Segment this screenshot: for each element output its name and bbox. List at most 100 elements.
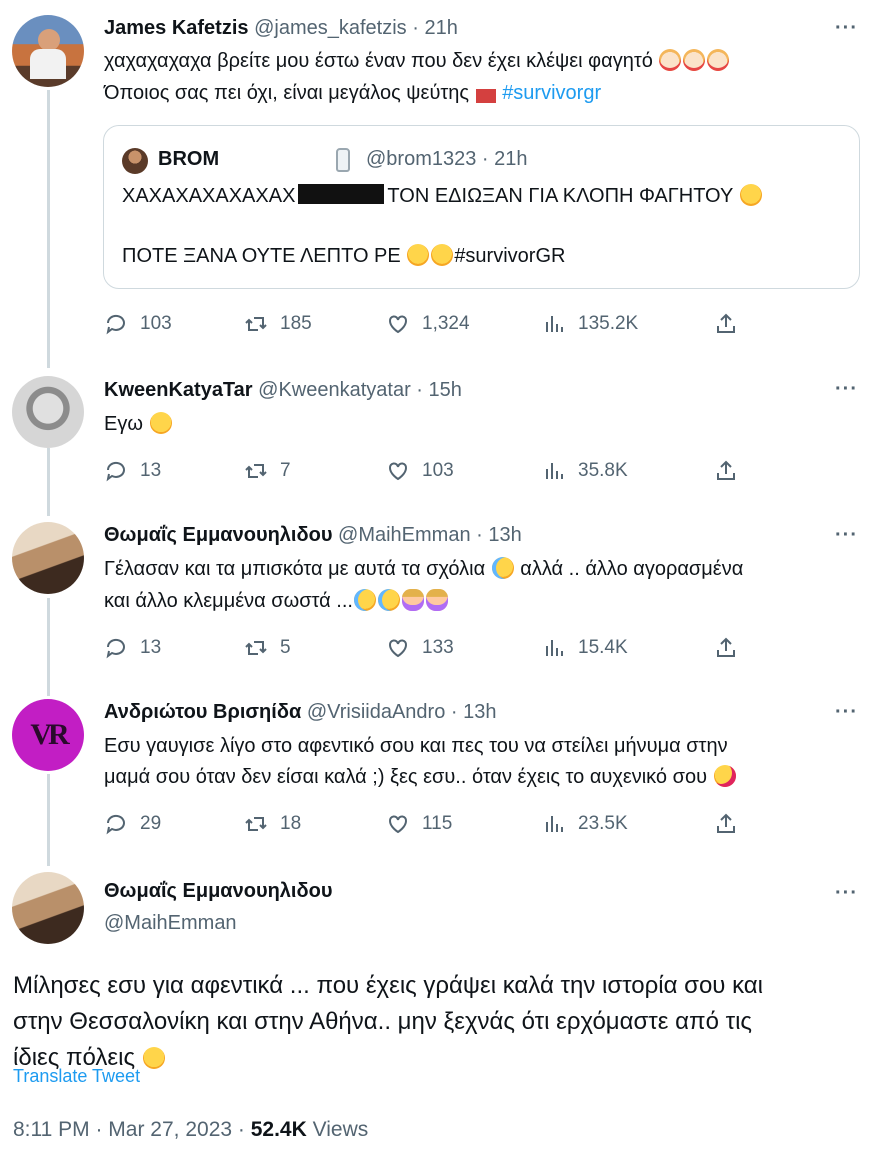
- translate-tweet-link[interactable]: Translate Tweet: [13, 1066, 140, 1087]
- tweet-text-line: στην Θεσσαλονίκη και στην Αθήνα.. μην ξε…: [13, 1008, 752, 1035]
- tweet-text-line: Γέλασαν και τα μπισκότα με αυτά τα σχόλι…: [104, 558, 486, 580]
- retweet-button[interactable]: 5: [244, 633, 291, 663]
- tweet-actions: 13 5 133 15.4K: [104, 633, 764, 663]
- tweet-actions: 103 185 1,324 135.2K: [104, 309, 764, 339]
- salt-shaker-emoji-icon: [336, 148, 350, 172]
- clown-emoji-icon: [707, 49, 730, 71]
- retweet-button[interactable]: 18: [244, 809, 301, 839]
- retweet-icon: [245, 641, 267, 655]
- display-name[interactable]: James Kafetzis: [104, 17, 249, 39]
- share-button[interactable]: [714, 456, 738, 486]
- views-button[interactable]: 15.4K: [542, 633, 628, 663]
- views-button[interactable]: 23.5K: [542, 809, 628, 839]
- views-total: 52.4K: [250, 1118, 307, 1141]
- avatar[interactable]: [12, 15, 84, 87]
- views-chart-icon: [546, 316, 563, 332]
- retweet-count: 185: [280, 313, 312, 334]
- reply-button[interactable]: 13: [104, 633, 161, 663]
- quoted-avatar: [122, 148, 148, 174]
- tweet-header: James Kafetzis @james_kafetzis · 21h: [104, 17, 458, 40]
- quoted-tweet[interactable]: BROM @brom1323 · 21h ΧΑΧΑΧΑΧΑΧΑΧΑΧ ΤΟΝ ΕΔ…: [103, 125, 860, 289]
- timestamp[interactable]: 13h: [488, 524, 521, 546]
- hashtag-link[interactable]: #survivorgr: [502, 82, 601, 104]
- display-name[interactable]: Θωμαΐς Εμμανουηλιδου: [104, 880, 332, 902]
- focused-tweet-text: Μίλησες εσυ για αφεντικά ... που έχεις γ…: [13, 968, 763, 1076]
- timestamp[interactable]: 13h: [463, 701, 496, 723]
- quoted-text: ΧΑΧΑΧΑΧΑΧΑΧΑΧ ΤΟΝ ΕΔΙΩΞΑΝ ΓΙΑ ΚΛΟΠΗ ΦΑΓΗΤ…: [122, 184, 763, 208]
- handle[interactable]: @VrisiidaAndro: [307, 701, 446, 723]
- reply-button[interactable]: 13: [104, 456, 161, 486]
- post-timestamp[interactable]: 8:11 PM · Mar 27, 2023 ·: [13, 1118, 251, 1141]
- share-button[interactable]: [714, 309, 738, 339]
- tweet-text-line: και άλλο κλεμμένα σωστά ...: [104, 590, 353, 612]
- avatar[interactable]: [12, 522, 84, 594]
- display-name[interactable]: Ανδριώτου Βρισηίδα: [104, 701, 301, 723]
- tweet-footer: 8:11 PM · Mar 27, 2023 · 52.4K Views: [13, 1118, 368, 1142]
- handle[interactable]: @Kweenkatyatar: [258, 379, 411, 401]
- handle[interactable]: @james_kafetzis: [254, 17, 407, 39]
- retweet-button[interactable]: 7: [244, 456, 291, 486]
- reply-button[interactable]: 103: [104, 309, 172, 339]
- separator-dot: ·: [406, 17, 425, 39]
- avatar[interactable]: [12, 376, 84, 448]
- tweet-text: μαμά σου όταν δεν είσαι καλά ;) ξες εσυ.…: [104, 762, 737, 792]
- quoted-time: 21h: [494, 148, 528, 170]
- tweet-kweenkatya: KweenKatyaTar @Kweenkatyatar · 15h ··· Ε…: [0, 376, 880, 496]
- share-button[interactable]: [714, 809, 738, 839]
- quoted-display-name: BROM: [158, 148, 220, 170]
- kiss-emoji-icon: [713, 765, 736, 787]
- avatar[interactable]: VR: [12, 699, 84, 771]
- timestamp[interactable]: 15h: [429, 379, 462, 401]
- tweet-text: Γέλασαν και τα μπισκότα με αυτά τα σχόλι…: [104, 554, 743, 584]
- like-button[interactable]: 115: [386, 809, 452, 839]
- tweet-header: Ανδριώτου Βρισηίδα @VrisiidaAndro · 13h: [104, 701, 497, 724]
- separator-dot: ·: [470, 524, 489, 546]
- like-count: 115: [422, 813, 453, 834]
- retweet-icon: [245, 317, 267, 331]
- handle[interactable]: @MaihEmman: [104, 912, 237, 934]
- tweet-text: χαχαχαχαχα βρείτε μου έστω έναν που δεν …: [104, 46, 730, 76]
- timestamp[interactable]: 21h: [424, 17, 457, 39]
- heart-icon: [389, 315, 407, 334]
- share-icon: [717, 460, 735, 480]
- quoted-text-part: ΤΟΝ ΕΔΙΩΞΑΝ ΓΙΑ ΚΛΟΠΗ ΦΑΓΗΤΟΥ: [387, 185, 733, 207]
- like-count: 1,324: [422, 313, 470, 334]
- reply-icon: [106, 638, 125, 659]
- more-icon[interactable]: ···: [835, 378, 858, 401]
- display-name[interactable]: KweenKatyaTar: [104, 379, 253, 401]
- display-name[interactable]: Θωμαΐς Εμμανουηλιδου: [104, 524, 332, 546]
- tweet-text-line: Μίλησες εσυ για αφεντικά ... που έχεις γ…: [13, 972, 764, 999]
- heart-icon: [389, 462, 407, 481]
- more-icon[interactable]: ···: [835, 17, 858, 40]
- tweet-header: Θωμαΐς Εμμανουηλιδου @MaihEmman · 13h: [104, 524, 522, 547]
- reply-icon: [106, 461, 125, 482]
- views-button[interactable]: 35.8K: [542, 456, 628, 486]
- more-icon[interactable]: ···: [835, 524, 858, 547]
- avatar-monogram: VR: [30, 718, 69, 751]
- more-icon[interactable]: ···: [835, 701, 858, 724]
- avatar[interactable]: [12, 872, 84, 944]
- handle[interactable]: @MaihEmman: [338, 524, 471, 546]
- reply-icon: [106, 814, 125, 835]
- retweet-button[interactable]: 185: [244, 309, 312, 339]
- reply-count: 13: [140, 637, 162, 658]
- separator-dot: ·: [410, 379, 429, 401]
- quoted-text-part: ΧΑΧΑΧΑΧΑΧΑΧΑΧ: [122, 185, 296, 207]
- tweet-text-line: μαμά σου όταν δεν είσαι καλά ;) ξες εσυ.…: [104, 766, 708, 788]
- separator-dot: ·: [476, 148, 495, 170]
- more-icon[interactable]: ···: [835, 882, 858, 905]
- like-button[interactable]: 133: [386, 633, 454, 663]
- tweet-text-line: Εγω: [104, 413, 143, 435]
- like-button[interactable]: 103: [386, 456, 454, 486]
- tweet-text-line: Όποιος σας πει όχι, είναι μεγάλος ψεύτης: [104, 82, 470, 104]
- share-button[interactable]: [714, 633, 738, 663]
- reply-count: 29: [140, 813, 162, 834]
- like-count: 133: [422, 637, 454, 658]
- reply-button[interactable]: 29: [104, 809, 161, 839]
- views-button[interactable]: 135.2K: [542, 309, 638, 339]
- retweet-icon: [245, 464, 267, 478]
- smirk-emoji-icon: [149, 412, 172, 434]
- clown-emoji-icon: [659, 49, 682, 71]
- like-button[interactable]: 1,324: [386, 309, 470, 339]
- tweet-thomais: Θωμαΐς Εμμανουηλιδου @MaihEmman · 13h ··…: [0, 522, 880, 672]
